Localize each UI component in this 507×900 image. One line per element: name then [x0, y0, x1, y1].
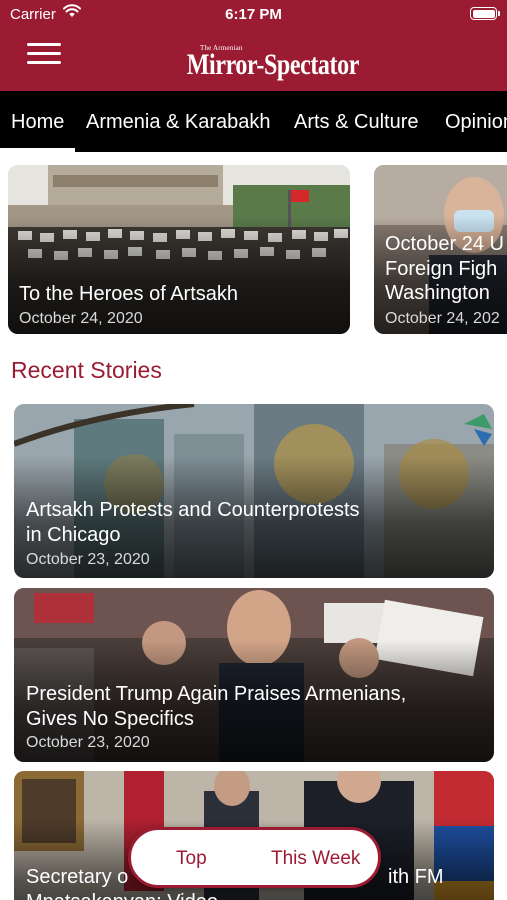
tab-opinion[interactable]: Opinion: [445, 111, 507, 134]
story-title-tail: ith FM: [388, 866, 444, 888]
hamburger-menu-icon[interactable]: [27, 43, 61, 65]
sort-toggle: Top This Week: [128, 827, 381, 888]
tab-armenia-karabakh[interactable]: Armenia & Karabakh: [86, 111, 271, 134]
story-card[interactable]: President Trump Again Praises Armenians,…: [14, 588, 494, 762]
logo-name: Mirror-Spectator: [186, 48, 360, 81]
tab-arts-culture[interactable]: Arts & Culture: [294, 111, 418, 134]
recent-stories-heading: Recent Stories: [11, 357, 162, 383]
clock: 6:17 PM: [225, 6, 282, 23]
app-screen: Carrier 6:17 PM The Armenian Mirror-Spec…: [0, 0, 507, 900]
story-card[interactable]: Artsakh Protests and Counterprotests in …: [14, 404, 494, 578]
featured-card[interactable]: To the Heroes of Artsakh October 24, 202…: [8, 165, 350, 334]
sort-this-week-button[interactable]: This Week: [271, 848, 360, 870]
story-title: President Trump Again Praises Armenians,…: [26, 683, 407, 730]
status-bar: Carrier 6:17 PM: [0, 0, 507, 28]
category-tab-bar: Home Armenia & Karabakh Arts & Culture O…: [0, 91, 507, 152]
story-title: Artsakh Protests and Counterprotests in …: [26, 499, 360, 546]
featured-date: October 24, 202: [385, 310, 500, 327]
tab-home[interactable]: Home: [11, 111, 64, 134]
sort-top-button[interactable]: Top: [176, 848, 207, 870]
site-logo[interactable]: The Armenian Mirror-Spectator: [170, 42, 360, 86]
tab-selected-indicator: [0, 148, 75, 152]
story-date: October 23, 2020: [26, 734, 150, 751]
featured-date: October 24, 2020: [19, 310, 143, 327]
featured-title: October 24 U Foreign Figh Washington: [385, 233, 504, 304]
story-date: October 23, 2020: [26, 551, 150, 568]
featured-card[interactable]: October 24 U Foreign Figh Washington Oct…: [374, 165, 507, 334]
featured-title: To the Heroes of Artsakh: [19, 283, 239, 305]
battery-icon: [470, 7, 500, 20]
app-header: Carrier 6:17 PM The Armenian Mirror-Spec…: [0, 0, 507, 91]
